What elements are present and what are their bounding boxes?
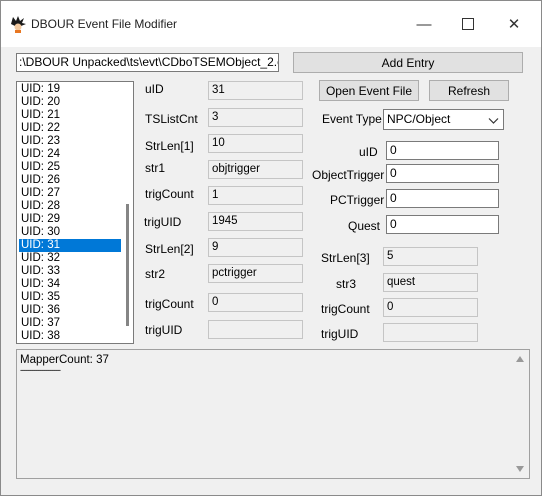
uid-value[interactable]: 31 [208,81,303,100]
open-event-file-label: Open Event File [325,83,413,98]
uid-list-item[interactable]: UID: 38 [19,330,121,343]
close-button[interactable]: ✕ [491,7,537,41]
uid-label: uID [145,82,164,96]
str1-value[interactable]: objtrigger [208,160,303,179]
triguid1-label: trigUID [144,215,182,229]
strlen2-label: StrLen[2] [145,242,194,256]
uid-list-item[interactable]: UID: 21 [19,109,121,122]
tslistcnt-value[interactable]: 3 [208,108,303,127]
list-scrollbar-thumb[interactable] [126,204,129,326]
window-title: DBOUR Event File Modifier [31,17,178,31]
title-bar[interactable]: DBOUR Event File Modifier — ✕ [1,1,541,47]
quest-input[interactable]: 0 [386,215,499,234]
uid-list-item[interactable]: UID: 29 [19,213,121,226]
chevron-down-icon [488,113,499,124]
refresh-label: Refresh [447,83,491,98]
uid-list-item[interactable]: UID: 24 [19,148,121,161]
trigcount2-label: trigCount [145,297,194,311]
log-scrollbar[interactable] [512,350,529,478]
trigcount1-label: trigCount [145,187,194,201]
close-icon: ✕ [507,16,521,33]
log-output[interactable]: MapperCount: 37 -------------------- [16,349,530,479]
uid-list-item[interactable]: UID: 32 [19,252,121,265]
event-type-label: Event Type [322,112,382,126]
strlen1-value[interactable]: 10 [208,134,303,153]
uid-list-item[interactable]: UID: 35 [19,291,121,304]
event-type-select[interactable]: NPC/Object [383,109,504,130]
object-trigger-label: ObjectTrigger [312,168,385,182]
uid-list-item[interactable]: UID: 19 [19,83,121,96]
pc-trigger-input[interactable]: 0 [386,189,499,208]
uid-list-item[interactable]: UID: 23 [19,135,121,148]
triguid2-value[interactable] [208,320,303,339]
trigcount1-value[interactable]: 1 [208,186,303,205]
uid-list-item[interactable]: UID: 26 [19,174,121,187]
str2-value[interactable]: pctrigger [208,264,303,283]
file-path-field[interactable]: :\DBOUR Unpacked\ts\evt\CDboTSEMObject_2… [16,53,279,72]
event-uid-label: uID [359,145,378,159]
strlen2-value[interactable]: 9 [208,238,303,257]
quest-label: Quest [348,219,381,233]
str3-label: str3 [336,277,357,291]
uid-listbox[interactable]: UID: 19 UID: 20 UID: 21 UID: 22 UID: 23 UID: … [16,81,134,344]
uid-list-item[interactable]: UID: 20 [19,96,121,109]
uid-list-item[interactable]: UID: 22 [19,122,121,135]
open-event-file-button[interactable]: Open Event File [319,80,419,101]
triguid1-value[interactable]: 1945 [208,212,303,231]
triguid2-label: trigUID [145,323,183,337]
trigcount2-value[interactable]: 0 [208,293,303,312]
triguid3-value[interactable] [383,323,478,342]
triguid3-label: trigUID [321,327,359,341]
refresh-button[interactable]: Refresh [429,80,509,101]
maximize-button[interactable] [445,7,491,41]
event-type-value: NPC/Object [387,112,451,126]
uid-list-item[interactable]: UID: 30 [19,226,121,239]
strlen3-label: StrLen[3] [321,251,370,265]
add-entry-button[interactable]: Add Entry [293,52,523,73]
add-entry-label: Add Entry [381,55,435,70]
trigcount3-label: trigCount [321,302,370,316]
trigcount3-value[interactable]: 0 [383,298,478,317]
maximize-icon [462,18,474,30]
minimize-button[interactable]: — [401,7,447,41]
pc-trigger-label: PCTrigger [330,193,385,207]
object-trigger-input[interactable]: 0 [386,164,499,183]
scroll-down-icon[interactable] [516,466,524,472]
app-window: DBOUR Event File Modifier — ✕ :\DBOUR Un… [0,0,542,496]
strlen3-value[interactable]: 5 [383,247,478,266]
uid-list-item[interactable]: UID: 27 [19,187,121,200]
event-uid-input[interactable]: 0 [386,141,499,160]
uid-list-item[interactable]: UID: 33 [19,265,121,278]
uid-list-item[interactable]: UID: 36 [19,304,121,317]
uid-list-item[interactable]: UID: 28 [19,200,121,213]
strlen1-label: StrLen[1] [145,139,194,153]
goku-app-icon [9,15,27,33]
str2-label: str2 [145,267,166,281]
uid-list-item[interactable]: UID: 25 [19,161,121,174]
uid-list-item[interactable]: UID: 31 [19,239,121,252]
uid-list-item[interactable]: UID: 37 [19,317,121,330]
tslistcnt-label: TSListCnt [145,112,198,126]
minimize-icon: — [416,15,432,33]
log-line: -------------------- [20,365,61,375]
uid-list-item[interactable]: UID: 34 [19,278,121,291]
scroll-up-icon[interactable] [516,356,524,362]
str3-value[interactable]: quest [383,273,478,292]
str1-label: str1 [145,161,166,175]
